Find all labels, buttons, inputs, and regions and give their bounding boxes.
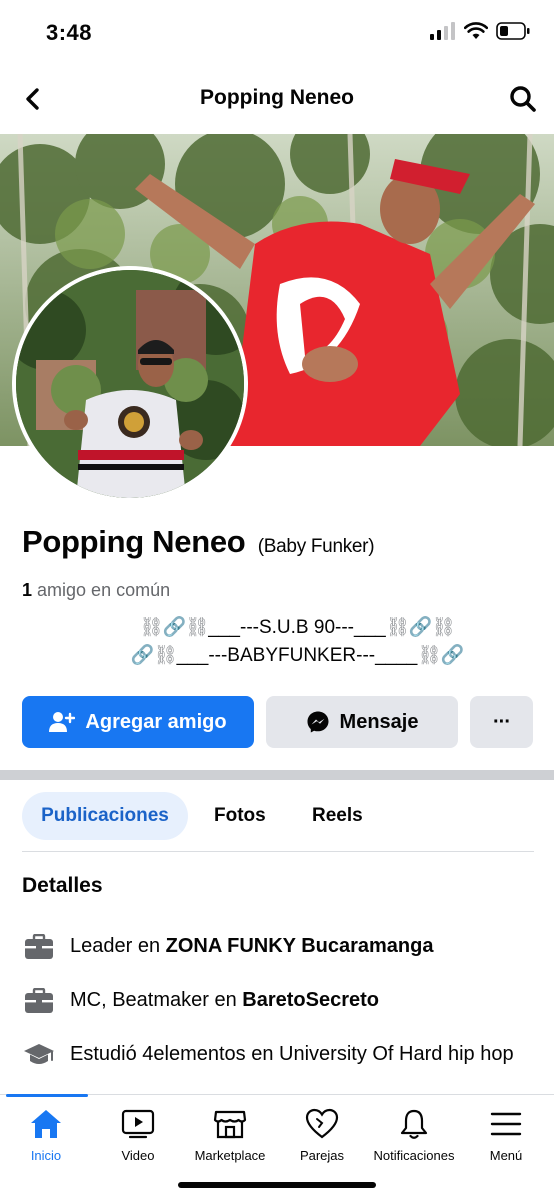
- bottom-nav-label: Marketplace: [194, 1148, 266, 1163]
- heart-icon: [305, 1106, 339, 1142]
- more-icon: ···: [493, 710, 511, 733]
- message-label: Mensaje: [339, 710, 419, 733]
- tab-fotos[interactable]: Fotos: [214, 792, 266, 840]
- mutual-text: amigo en común: [37, 580, 171, 600]
- video-icon: [121, 1106, 155, 1142]
- bottom-nav-label: Menú: [489, 1148, 523, 1163]
- detail-org: ZONA FUNKY Bucaramanga: [165, 935, 434, 957]
- bio-line-2: 🔗⛓___---BABYFUNKER---____⛓🔗: [60, 642, 534, 670]
- bottom-nav-video[interactable]: Video: [92, 1106, 184, 1163]
- bottom-nav-menu[interactable]: Menú: [460, 1106, 552, 1163]
- bottom-nav-label: Parejas: [299, 1148, 345, 1163]
- more-button[interactable]: ···: [470, 696, 533, 748]
- detail-org: BaretoSecreto: [242, 989, 380, 1011]
- bio-line-1: ⛓🔗⛓___---S.U.B 90---___⛓🔗⛓: [60, 614, 534, 642]
- detail-work-2[interactable]: MC, Beatmaker en BaretoSecreto: [22, 987, 536, 1014]
- avatar: [16, 270, 244, 498]
- search-button[interactable]: [508, 84, 538, 114]
- detail-prefix: MC, Beatmaker en: [70, 989, 243, 1011]
- mutual-friends[interactable]: 1 amigo en común: [22, 580, 170, 601]
- status-icons: [430, 22, 530, 40]
- bottom-nav-label: Inicio: [30, 1148, 62, 1163]
- home-icon: [29, 1106, 63, 1142]
- profile-alt-name: (Baby Funker): [257, 536, 375, 557]
- detail-prefix: Leader en: [70, 935, 166, 957]
- detail-text: Estudió 4elementos en University Of Hard…: [70, 1043, 514, 1065]
- bio-text-1: ___---S.U.B 90---___: [208, 617, 386, 638]
- messenger-icon: [307, 711, 329, 733]
- bio-deco-left: ⛓🔗⛓: [139, 617, 209, 638]
- page-title: Popping Neneo: [200, 86, 354, 109]
- status-time: 3:48: [46, 20, 93, 45]
- add-friend-icon: [49, 712, 76, 732]
- bottom-nav-parejas[interactable]: Parejas: [276, 1106, 368, 1163]
- detail-text: MC, Beatmaker en BaretoSecreto: [70, 987, 379, 1013]
- bottom-nav-notificaciones[interactable]: Notificaciones: [368, 1106, 460, 1163]
- tab-reels[interactable]: Reels: [312, 792, 363, 840]
- tabs-divider: [22, 851, 534, 852]
- add-friend-button[interactable]: Agregar amigo: [22, 696, 254, 748]
- detail-education[interactable]: Estudió 4elementos en University Of Hard…: [22, 1041, 536, 1068]
- details-title: Detalles: [22, 874, 103, 897]
- bottom-nav-label: Notificaciones: [373, 1148, 455, 1163]
- profile-name-text: Popping Neneo: [22, 524, 246, 559]
- search-icon: [510, 86, 536, 112]
- detail-work-1[interactable]: Leader en ZONA FUNKY Bucaramanga: [22, 933, 536, 960]
- section-divider: [0, 770, 554, 780]
- profile-bio: ⛓🔗⛓___---S.U.B 90---___⛓🔗⛓ 🔗⛓___---BABYF…: [60, 614, 534, 670]
- bio-deco-left: 🔗⛓: [130, 645, 178, 666]
- bottom-nav-label: Video: [121, 1148, 155, 1163]
- mutual-count: 1: [22, 580, 33, 600]
- profile-picture[interactable]: [12, 266, 248, 502]
- briefcase-icon: [22, 933, 56, 960]
- wifi-icon: [464, 22, 488, 39]
- bio-text-2: ___---BABYFUNKER---____: [176, 645, 418, 666]
- avatar-image: [16, 270, 244, 498]
- menu-icon: [489, 1106, 523, 1142]
- bell-icon: [397, 1106, 431, 1142]
- marketplace-icon: [213, 1106, 247, 1142]
- bio-deco-right: ⛓🔗⛓: [385, 617, 456, 638]
- briefcase-icon: [22, 987, 56, 1014]
- active-tab-indicator: [6, 1094, 88, 1097]
- message-button[interactable]: Mensaje: [266, 696, 458, 748]
- graduation-cap-icon: [22, 1041, 56, 1068]
- battery-icon: [496, 22, 530, 40]
- bottom-nav-marketplace[interactable]: Marketplace: [184, 1106, 276, 1163]
- bio-deco-right: ⛓🔗: [417, 645, 464, 666]
- signal-icon: [430, 22, 455, 40]
- profile-name: Popping Neneo (Baby Funker): [22, 524, 375, 560]
- home-indicator: [178, 1182, 376, 1188]
- detail-text: Leader en ZONA FUNKY Bucaramanga: [70, 933, 433, 959]
- bottom-nav-inicio[interactable]: Inicio: [0, 1106, 92, 1163]
- add-friend-label: Agregar amigo: [85, 710, 227, 733]
- tab-publicaciones[interactable]: Publicaciones: [22, 792, 188, 840]
